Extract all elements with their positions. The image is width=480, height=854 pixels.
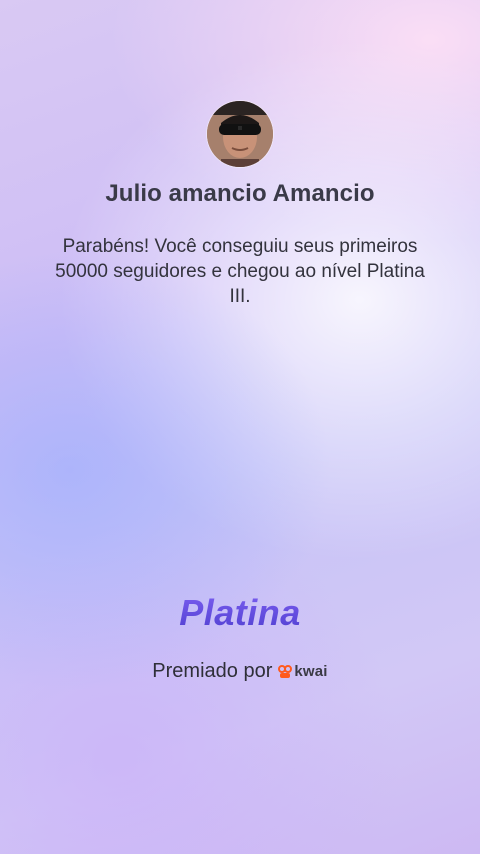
awarded-by-label: Premiado por [152,660,273,682]
awarded-by: Premiado por kwai [0,660,480,683]
user-name: Julio amancio Amancio [105,180,375,207]
kwai-wordmark: kwai [294,663,328,680]
tier-title: Platina [0,592,480,634]
congratulations-message: Parabéns! Você conseguiu seus primeiros … [55,236,425,307]
kwai-logo-icon [278,664,293,679]
avatar [207,101,273,167]
user-avatar-icon [207,101,273,167]
kwai-logo: kwai [278,663,327,680]
